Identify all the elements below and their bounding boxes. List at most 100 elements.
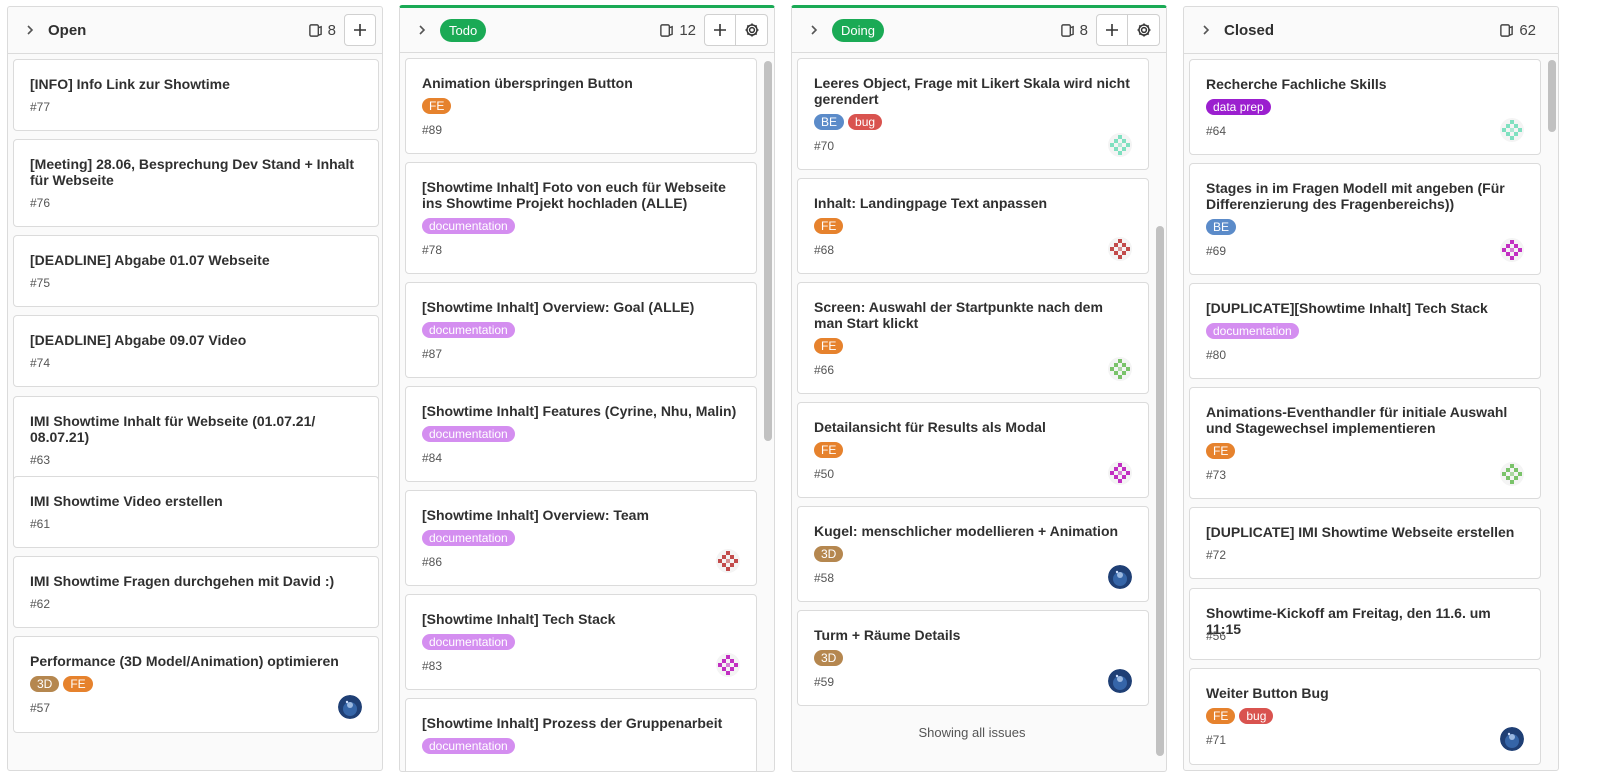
issue-title[interactable]: [INFO] Info Link zur Showtime [30,76,364,92]
issue-card[interactable]: [Showtime Inhalt] Foto von euch für Webs… [405,162,757,274]
column-scrollbar[interactable] [764,61,772,441]
add-issue-button[interactable] [344,14,376,46]
issue-title[interactable]: Inhalt: Landingpage Text anpassen [814,195,1134,211]
issue-card[interactable]: [DEADLINE] Abgabe 01.07 Webseite #75 [13,235,379,307]
issue-title[interactable]: [Showtime Inhalt] Tech Stack [422,611,742,627]
label-fe[interactable]: FE [1206,443,1236,459]
issue-title[interactable]: [Showtime Inhalt] Features (Cyrine, Nhu,… [422,403,742,419]
chevron-right-icon[interactable] [22,22,38,38]
issue-title[interactable]: Turm + Räume Details [814,627,1134,643]
issue-title[interactable]: [Showtime Inhalt] Foto von euch für Webs… [422,179,742,211]
assignee-avatar[interactable] [1108,461,1132,485]
issue-card[interactable]: Animation überspringen Button FE #89 [405,58,757,154]
label-fe[interactable]: FE [1206,708,1236,724]
issue-title[interactable]: Performance (3D Model/Animation) optimie… [30,653,364,669]
issue-card[interactable]: [Meeting] 28.06, Besprechung Dev Stand +… [13,139,379,227]
add-issue-button[interactable] [704,14,736,46]
issue-title[interactable]: IMI Showtime Fragen durchgehen mit David… [30,573,364,589]
label-be[interactable]: BE [1206,219,1237,235]
issue-card[interactable]: [DUPLICATE] IMI Showtime Webseite erstel… [1189,507,1541,579]
issue-card[interactable]: Detailansicht für Results als Modal FE #50 [797,402,1149,498]
issue-title[interactable]: Detailansicht für Results als Modal [814,419,1134,435]
issue-title[interactable]: [DUPLICATE] IMI Showtime Webseite erstel… [1206,524,1526,540]
issue-title[interactable]: IMI Showtime Inhalt für Webseite (01.07.… [30,413,364,445]
issue-title[interactable]: [Showtime Inhalt] Overview: Team [422,507,742,523]
issue-card[interactable]: [Showtime Inhalt] Prozess der Gruppenarb… [405,698,757,771]
assignee-avatar[interactable] [1108,237,1132,261]
issue-card[interactable]: IMI Showtime Video erstellen #61 [13,476,379,548]
assignee-avatar[interactable] [1500,238,1524,262]
issue-card[interactable]: Screen: Auswahl der Startpunkte nach dem… [797,282,1149,394]
issue-title[interactable]: [DUPLICATE][Showtime Inhalt] Tech Stack [1206,300,1526,316]
label-documentation[interactable]: documentation [422,634,515,650]
assignee-avatar[interactable] [1108,357,1132,381]
chevron-right-icon[interactable] [414,22,430,38]
label-documentation[interactable]: documentation [422,322,515,338]
assignee-avatar[interactable] [1108,669,1132,693]
assignee-avatar[interactable] [1500,462,1524,486]
issue-card[interactable]: [Showtime Inhalt] Overview: Goal (ALLE) d… [405,282,757,378]
issue-title[interactable]: Weiter Button Bug [1206,685,1526,701]
issue-card[interactable]: Recherche Fachliche Skills data prep #64 [1189,59,1541,155]
issue-card[interactable]: [DUPLICATE][Showtime Inhalt] Tech Stack d… [1189,283,1541,379]
label-fe[interactable]: FE [814,338,844,354]
label-documentation[interactable]: documentation [422,738,515,754]
issue-title[interactable]: Leeres Object, Frage mit Likert Skala wi… [814,75,1134,107]
label-documentation[interactable]: documentation [422,426,515,442]
label-fe[interactable]: FE [422,98,452,114]
issue-title[interactable]: Recherche Fachliche Skills [1206,76,1526,92]
issue-title[interactable]: IMI Showtime Video erstellen [30,493,364,509]
assignee-avatar[interactable] [338,695,362,719]
label-documentation[interactable]: documentation [1206,323,1299,339]
issue-title[interactable]: [Meeting] 28.06, Besprechung Dev Stand +… [30,156,364,188]
issue-title[interactable]: [Showtime Inhalt] Overview: Goal (ALLE) [422,299,742,315]
assignee-avatar[interactable] [1500,118,1524,142]
issue-title[interactable]: Animations-Eventhandler für initiale Aus… [1206,404,1526,436]
label-bug[interactable]: bug [848,114,883,130]
label-fe[interactable]: FE [814,442,844,458]
issue-card[interactable]: [Showtime Inhalt] Tech Stack documentatio… [405,594,757,690]
label-documentation[interactable]: documentation [422,530,515,546]
label-fe[interactable]: FE [63,676,93,692]
issue-card[interactable]: Performance (3D Model/Animation) optimie… [13,636,379,733]
issue-title[interactable]: Stages in im Fragen Modell mit angeben (… [1206,180,1526,212]
column-scrollbar[interactable] [1156,226,1164,756]
issue-card[interactable]: Turm + Räume Details 3D #59 [797,610,1149,706]
label-data-prep[interactable]: data prep [1206,99,1271,115]
issue-card[interactable]: IMI Showtime Fragen durchgehen mit David… [13,556,379,628]
assignee-avatar[interactable] [1500,727,1524,751]
add-issue-button[interactable] [1096,14,1128,46]
issue-title[interactable]: Screen: Auswahl der Startpunkte nach dem… [814,299,1134,331]
column-settings-button[interactable] [1128,14,1160,46]
issue-title[interactable]: Kugel: menschlicher modellieren + Animat… [814,523,1134,539]
assignee-avatar[interactable] [716,653,740,677]
issue-card[interactable]: Inhalt: Landingpage Text anpassen FE #68 [797,178,1149,274]
issue-card[interactable]: Weiter Button Bug FE bug #71 [1189,668,1541,765]
assignee-avatar[interactable] [1108,565,1132,589]
issue-card[interactable]: [INFO] Info Link zur Showtime #77 [13,59,379,131]
label-3d[interactable]: 3D [814,650,844,666]
column-settings-button[interactable] [736,14,768,46]
issue-card[interactable]: Showtime-Kickoff am Freitag, den 11.6. u… [1189,588,1541,660]
issue-title[interactable]: [Showtime Inhalt] Prozess der Gruppenarb… [422,715,742,731]
issue-title[interactable]: Showtime-Kickoff am Freitag, den 11.6. u… [1206,605,1526,637]
assignee-avatar[interactable] [1108,133,1132,157]
issue-card[interactable]: [Showtime Inhalt] Overview: Team document… [405,490,757,586]
issue-card[interactable]: Animations-Eventhandler für initiale Aus… [1189,387,1541,499]
column-scrollbar[interactable] [1548,60,1556,132]
issue-card[interactable]: Stages in im Fragen Modell mit angeben (… [1189,163,1541,275]
issue-card[interactable]: Kugel: menschlicher modellieren + Animat… [797,506,1149,602]
issue-card[interactable]: IMI Showtime Inhalt für Webseite (01.07.… [13,396,379,484]
issue-card[interactable]: [Showtime Inhalt] Features (Cyrine, Nhu,… [405,386,757,482]
issue-title[interactable]: Animation überspringen Button [422,75,742,91]
chevron-right-icon[interactable] [806,22,822,38]
label-3d[interactable]: 3D [814,546,844,562]
label-bug[interactable]: bug [1239,708,1274,724]
assignee-avatar[interactable] [716,549,740,573]
issue-title[interactable]: [DEADLINE] Abgabe 01.07 Webseite [30,252,364,268]
label-documentation[interactable]: documentation [422,218,515,234]
issue-title[interactable]: [DEADLINE] Abgabe 09.07 Video [30,332,364,348]
label-3d[interactable]: 3D [30,676,60,692]
label-be[interactable]: BE [814,114,845,130]
issue-card[interactable]: Leeres Object, Frage mit Likert Skala wi… [797,58,1149,170]
